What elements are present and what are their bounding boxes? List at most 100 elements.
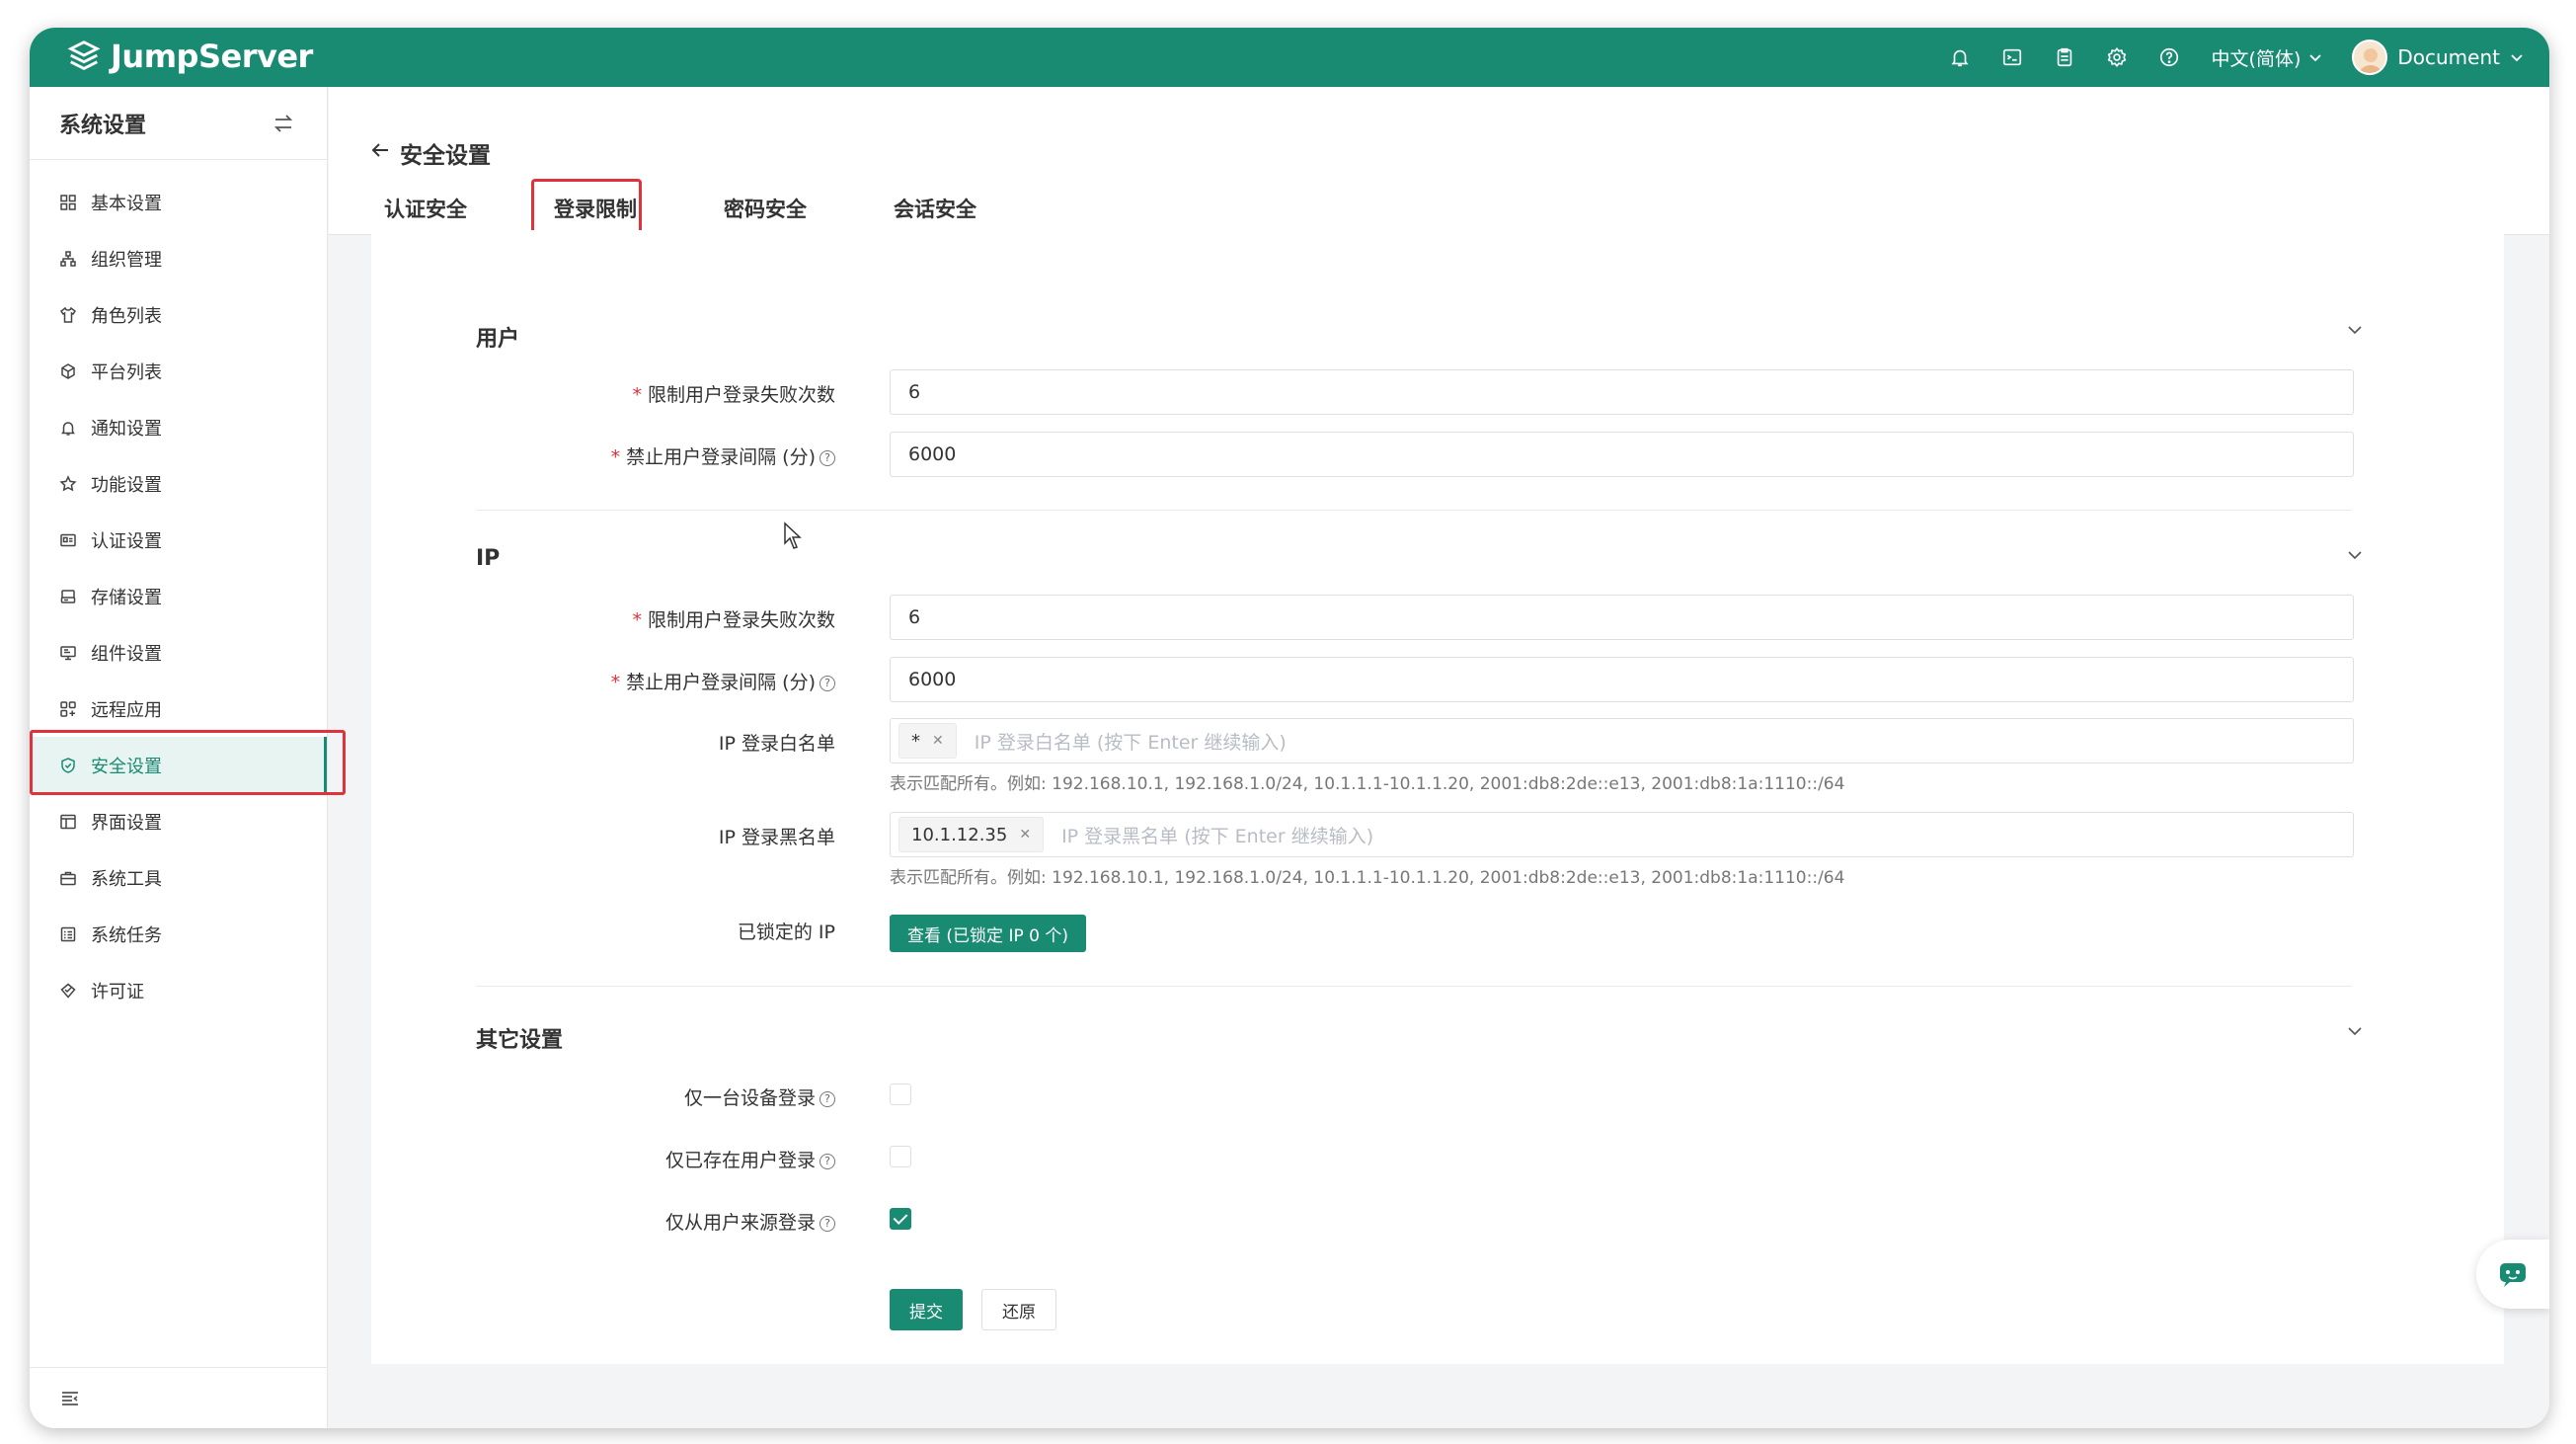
sidebar-item-label: 通知设置 [91,418,162,440]
view-locked-ip-button[interactable]: 查看 (已锁定 IP 0 个) [890,915,1086,952]
brand-logo[interactable]: JumpServer [65,38,313,75]
sidebar-item-auth[interactable]: 认证设置 [30,512,327,568]
sidebar-item-label: 功能设置 [91,474,162,496]
sidebar-item-label: 角色列表 [91,305,162,327]
locked-ip-label: 已锁定的 IP [737,922,835,943]
user-fail-count-input[interactable]: 6 [890,369,2354,415]
ip-fail-count-label: * 限制用户登录失败次数 [632,609,835,631]
clipboard-icon[interactable] [2039,28,2091,87]
sidebar-item-security[interactable]: 安全设置 [30,737,327,793]
chevron-down-icon[interactable] [2346,1022,2364,1040]
tab-password-security[interactable]: 密码安全 [700,180,830,237]
section-title-ip: IP [476,546,501,571]
help-icon: ? [820,449,835,466]
ip-block-interval-label: * 禁止用户登录间隔 (分)? [371,668,835,694]
sidebar-item-platforms[interactable]: 平台列表 [30,343,327,399]
sidebar-item-license[interactable]: 许可证 [30,962,327,1018]
bell-icon [61,421,75,436]
mouse-cursor-icon [784,521,802,549]
top-navbar: JumpServer 中文(简体) Document [30,28,2549,87]
sidebar-item-interface[interactable]: 界面设置 [30,793,327,849]
sidebar-item-roles[interactable]: 角色列表 [30,286,327,343]
sidebar-menu: 基本设置 组织管理 角色列表 平台列表 通知设置 功能设置 认证设置 存储设置 … [30,160,327,1018]
task-icon [60,926,76,941]
sidebar-item-components[interactable]: 组件设置 [30,624,327,681]
user-menu[interactable]: Document [2352,40,2524,75]
sidebar: 系统设置 基本设置 组织管理 角色列表 平台列表 通知设置 功能设置 认证设置 … [30,87,328,1428]
sidebar-item-label: 系统任务 [91,924,162,946]
section-title-other: 其它设置 [476,1028,564,1053]
sidebar-item-basic[interactable]: 基本设置 [30,174,327,230]
sidebar-item-storage[interactable]: 存储设置 [30,568,327,624]
tab-session-security[interactable]: 会话安全 [870,180,1000,237]
star-icon [59,474,77,491]
terminal-icon[interactable] [1987,28,2039,87]
whitelist-tag: * ✕ [898,723,957,759]
ip-blacklist-input[interactable]: 10.1.12.35 ✕ IP 登录黑名单 (按下 Enter 继续输入) [890,812,2354,857]
sidebar-item-tools[interactable]: 系统工具 [30,849,327,906]
sidebar-item-label: 系统工具 [91,868,162,890]
ip-whitelist-input[interactable]: * ✕ IP 登录白名单 (按下 Enter 继续输入) [890,718,2354,763]
cube-icon [61,362,75,379]
avatar [2352,40,2388,75]
ip-fail-count-input[interactable]: 6 [890,595,2354,640]
sidebar-item-tasks[interactable]: 系统任务 [30,906,327,962]
org-icon [60,250,76,267]
sidebar-item-label: 许可证 [91,981,144,1003]
language-label: 中文(简体) [2211,47,2302,70]
chat-assistant-button[interactable] [2476,1240,2549,1309]
sidebar-item-notifications[interactable]: 通知设置 [30,399,327,455]
shirt-icon [59,306,77,323]
sidebar-item-label: 组织管理 [91,249,162,271]
sidebar-item-label: 组件设置 [91,643,162,665]
reset-button[interactable]: 还原 [981,1289,1056,1330]
sidebar-item-remote-apps[interactable]: 远程应用 [30,681,327,737]
single-device-checkbox[interactable] [890,1083,911,1105]
sidebar-item-label: 远程应用 [91,699,162,721]
sidebar-item-org[interactable]: 组织管理 [30,230,327,286]
page-title: 安全设置 [400,143,491,169]
blacklist-help-text: 表示匹配所有。例如: 192.168.10.1, 192.168.1.0/24,… [890,868,1845,888]
chevron-down-icon[interactable] [2346,546,2364,564]
help-icon[interactable] [2144,28,2196,87]
user-name: Document [2397,45,2500,69]
language-switcher[interactable]: 中文(简体) [2212,44,2323,71]
sidebar-item-features[interactable]: 功能设置 [30,455,327,512]
license-icon [60,983,76,999]
sidebar-item-label: 认证设置 [91,530,162,552]
sidebar-collapse-toggle[interactable] [30,1367,327,1428]
blacklist-tag: 10.1.12.35 ✕ [898,817,1045,852]
submit-button[interactable]: 提交 [890,1289,963,1330]
user-source-checkbox[interactable] [890,1208,911,1230]
tag-close-icon[interactable]: ✕ [932,733,944,749]
switch-icon[interactable] [272,112,295,135]
collapse-menu-icon [62,1391,78,1405]
section-divider [476,510,2352,511]
sidebar-item-label: 基本设置 [91,193,162,214]
sidebar-title: 系统设置 [59,113,147,138]
gear-icon[interactable] [2091,28,2144,87]
bell-icon[interactable] [1934,28,1987,87]
sidebar-item-label: 安全设置 [91,756,162,777]
user-source-label: 仅从用户来源登录? [371,1208,835,1235]
user-fail-count-label: * 限制用户登录失败次数 [632,384,835,406]
user-block-interval-input[interactable]: 6000 [890,432,2354,477]
help-icon: ? [820,675,835,691]
app-window: JumpServer 中文(简体) Document 系统设置 基本设置 组织管… [30,28,2549,1428]
whitelist-placeholder: IP 登录白名单 (按下 Enter 继续输入) [974,731,1287,754]
storage-icon [60,589,76,603]
ip-block-interval-input[interactable]: 6000 [890,657,2354,702]
sidebar-item-label: 平台列表 [91,361,162,383]
tag-close-icon[interactable]: ✕ [1019,827,1031,842]
grid-icon [60,194,76,210]
back-arrow-icon[interactable] [368,138,392,162]
brand-name: JumpServer [111,38,313,75]
tab-auth-security[interactable]: 认证安全 [360,180,491,237]
chevron-down-icon[interactable] [2346,321,2364,339]
help-icon: ? [820,1215,835,1232]
existing-user-checkbox[interactable] [890,1146,911,1167]
tab-login-limit[interactable]: 登录限制 [530,180,661,237]
single-device-label: 仅一台设备登录? [371,1083,835,1110]
sidebar-item-label: 存储设置 [91,587,162,608]
section-title-user: 用户 [476,327,520,352]
